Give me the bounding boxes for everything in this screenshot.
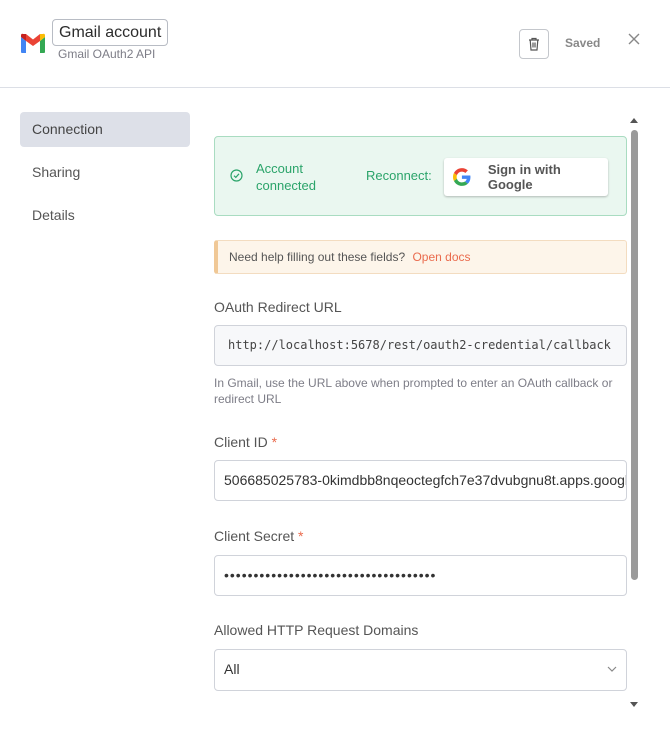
sidebar-item-connection[interactable]: Connection <box>20 112 190 147</box>
required-mark: * <box>271 434 278 450</box>
scroll-up-arrow-icon[interactable] <box>629 117 639 125</box>
gmail-logo <box>21 33 45 53</box>
google-logo-icon <box>453 168 471 186</box>
close-button[interactable] <box>625 30 643 48</box>
required-mark: * <box>298 528 304 544</box>
client-id-label-text: Client ID <box>214 434 268 450</box>
open-docs-link[interactable]: Open docs <box>412 250 470 264</box>
allowed-domains-select[interactable]: All <box>214 649 627 691</box>
google-button-label: Sign in with Google <box>487 162 561 192</box>
modal-header: Gmail account Gmail OAuth2 API Saved <box>0 0 670 88</box>
connection-panel: Account connected Reconnect: Sign in wit… <box>214 112 628 712</box>
sign-in-with-google-button[interactable]: Sign in with Google <box>444 158 608 196</box>
scrollbar-thumb[interactable] <box>631 130 638 580</box>
redirect-url-hint: In Gmail, use the URL above when prompte… <box>214 376 613 406</box>
connection-status: Account connected <box>256 161 316 193</box>
credential-sidebar: Connection Sharing Details <box>20 112 190 241</box>
help-text: Need help filling out these fields? <box>229 250 406 264</box>
chevron-down-icon <box>607 666 617 672</box>
redirect-url-label: OAuth Redirect URL <box>214 299 342 315</box>
reconnect-label: Reconnect: <box>366 168 432 183</box>
sidebar-item-sharing[interactable]: Sharing <box>20 155 190 190</box>
client-secret-label: Client Secret * <box>214 528 304 544</box>
credential-name-input[interactable]: Gmail account <box>52 19 169 46</box>
redirect-url-field[interactable]: http://localhost:5678/rest/oauth2-creden… <box>214 325 627 366</box>
client-id-label: Client ID * <box>214 434 277 450</box>
client-secret-label-text: Client Secret <box>214 528 295 544</box>
client-secret-input[interactable]: •••••••••••••••••••••••••••••••••••• <box>214 555 627 596</box>
help-notice: Need help filling out these fields? Open… <box>214 240 627 274</box>
client-id-input[interactable]: 506685025783-0kimdbb8nqeoctegfch7e37dvub… <box>214 460 627 501</box>
account-connected-banner: Account connected Reconnect: Sign in wit… <box>214 136 627 216</box>
delete-button[interactable] <box>519 29 549 59</box>
scroll-down-arrow-icon[interactable] <box>629 700 639 708</box>
allowed-domains-label: Allowed HTTP Request Domains <box>214 622 419 638</box>
check-circle-icon <box>230 169 243 182</box>
trash-icon <box>529 37 539 51</box>
allowed-domains-value: All <box>224 661 240 677</box>
close-icon <box>628 33 640 45</box>
sidebar-item-details[interactable]: Details <box>20 198 190 233</box>
saved-status: Saved <box>565 36 601 50</box>
credential-type-label: Gmail OAuth2 API <box>58 47 156 61</box>
